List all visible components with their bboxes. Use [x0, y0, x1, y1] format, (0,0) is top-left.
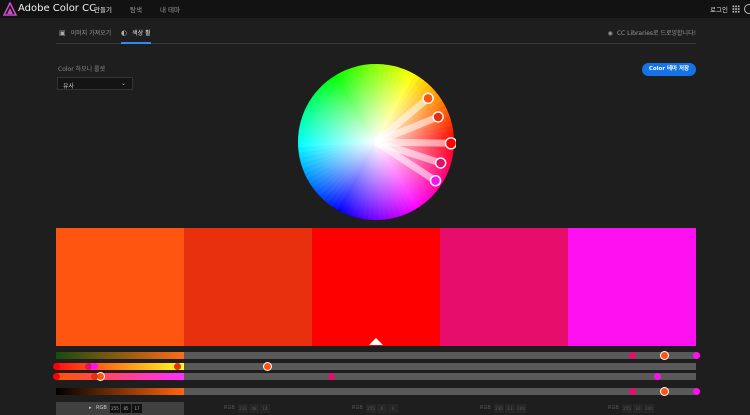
- top-bar: Adobe Color CC 만들기 탐색 내 테마 로그인: [0, 0, 750, 18]
- wheel-handle[interactable]: [434, 157, 447, 169]
- color-swatch[interactable]: [568, 228, 696, 346]
- color-mode-label[interactable]: RGB: [224, 405, 235, 411]
- color-value-cell[interactable]: RGB 232 48 14: [184, 402, 312, 415]
- slider-thumb[interactable]: [659, 351, 669, 360]
- chevron-down-icon: ⌄: [120, 80, 126, 87]
- color-value-cell[interactable]: RGB 255 16 240: [568, 402, 696, 415]
- slider-track[interactable]: [184, 352, 696, 359]
- slider-thumb[interactable]: [628, 388, 636, 395]
- slider-thumb[interactable]: [327, 373, 335, 380]
- slider-thumb[interactable]: [90, 363, 98, 370]
- slider-thumb[interactable]: [692, 352, 700, 359]
- color-mode-label[interactable]: RGB: [480, 405, 491, 411]
- wheel-handle-base[interactable]: [444, 137, 456, 150]
- color-value-cell[interactable]: ▸ RGB 255 85 17: [56, 402, 184, 415]
- color-value-cell[interactable]: RGB 255 0 0: [312, 402, 440, 415]
- color-swatch[interactable]: [312, 228, 440, 346]
- rgb-r-field[interactable]: 230: [494, 404, 504, 413]
- tab-import-image[interactable]: ▣ 이미지 가져오기: [59, 28, 111, 44]
- color-wheel-canvas[interactable]: [296, 62, 456, 222]
- adobe-color-logo-icon[interactable]: [3, 2, 17, 16]
- color-value-cell[interactable]: RGB 230 13 109: [440, 402, 568, 415]
- harmony-rule-select[interactable]: 유사 ⌄: [57, 77, 133, 90]
- user-icon[interactable]: [744, 4, 750, 14]
- image-icon: ▣: [59, 29, 66, 37]
- rgb-r-field[interactable]: 255: [110, 404, 120, 413]
- slider-track[interactable]: [184, 388, 696, 395]
- slider-thumb[interactable]: [628, 352, 636, 359]
- slider-thumb[interactable]: [659, 387, 669, 396]
- rgb-b-field[interactable]: 14: [260, 404, 270, 413]
- nav-item-create[interactable]: 만들기: [94, 4, 112, 14]
- rgb-r-field[interactable]: 255: [366, 404, 376, 413]
- slider-thumb[interactable]: [692, 388, 700, 395]
- app-title[interactable]: Adobe Color CC: [18, 3, 96, 14]
- slider-track-active[interactable]: [56, 352, 184, 359]
- base-color-marker: [369, 338, 383, 345]
- rgb-g-field[interactable]: 13: [505, 404, 515, 413]
- color-swatch[interactable]: [56, 228, 184, 346]
- color-mode-label[interactable]: RGB: [352, 405, 363, 411]
- harmony-rule-label: Color 하모니 룰셋: [58, 66, 106, 73]
- rgb-g-field[interactable]: 16: [633, 404, 643, 413]
- harmony-rule-value: 유사: [63, 83, 75, 90]
- tab-label: 색상 휠: [132, 30, 151, 37]
- tab-label: 이미지 가져오기: [70, 30, 112, 37]
- rgb-g-field[interactable]: 85: [121, 404, 131, 413]
- wheel-handle[interactable]: [429, 174, 442, 187]
- color-mode-label[interactable]: RGB: [96, 405, 107, 411]
- mode-tab-bar: ▣ 이미지 가져오기 ◐ 색상 휠 ◉ CC Libraries로 드로잉합니다!: [56, 26, 696, 44]
- rgb-g-field[interactable]: 0: [377, 404, 387, 413]
- apps-grid-icon[interactable]: [732, 5, 740, 13]
- save-theme-button[interactable]: Color 테마 저장: [642, 63, 696, 76]
- slider-track-active[interactable]: [56, 388, 184, 395]
- color-mode-label[interactable]: RGB: [608, 405, 619, 411]
- nav-item-explore[interactable]: 탐색: [130, 4, 142, 14]
- rgb-r-field[interactable]: 255: [622, 404, 632, 413]
- slider-track[interactable]: [184, 363, 696, 370]
- color-swatch[interactable]: [184, 228, 312, 346]
- rgb-b-field[interactable]: 240: [644, 404, 654, 413]
- rgb-b-field[interactable]: 17: [132, 404, 142, 413]
- wheel-handle[interactable]: [432, 111, 444, 123]
- slider-track-active[interactable]: [56, 363, 184, 370]
- slider-row-brightness: [56, 387, 700, 396]
- library-note[interactable]: ◉ CC Libraries로 드로잉합니다!: [608, 28, 696, 37]
- color-wheel-icon: ◐: [121, 29, 128, 37]
- swatch-strip: [56, 228, 696, 346]
- color-wheel[interactable]: [296, 62, 456, 222]
- rgb-b-field[interactable]: 0: [388, 404, 398, 413]
- slider-thumb[interactable]: [52, 373, 60, 380]
- slider-row-green: [52, 362, 696, 371]
- library-note-label: CC Libraries로 드로잉합니다!: [616, 30, 696, 37]
- color-swatch[interactable]: [440, 228, 568, 346]
- slider-track-active[interactable]: [56, 373, 184, 380]
- slider-thumb[interactable]: [90, 373, 98, 380]
- color-sliders: [52, 350, 700, 396]
- rgb-r-field[interactable]: 232: [238, 404, 248, 413]
- login-link[interactable]: 로그인: [710, 4, 728, 14]
- nav-item-my-themes[interactable]: 내 테마: [160, 4, 180, 14]
- expand-arrow-icon[interactable]: ▸: [89, 405, 92, 411]
- slider-row-red: [56, 351, 700, 360]
- rgb-g-field[interactable]: 48: [249, 404, 259, 413]
- color-values-bar: ▸ RGB 255 85 17 RGB 232 48 14 RGB 255 0 0 RGB 230 13 109…: [56, 402, 696, 415]
- tab-color-wheel[interactable]: ◐ 색상 휠: [121, 28, 151, 44]
- slider-row-blue: [52, 372, 696, 381]
- rgb-b-field[interactable]: 109: [516, 404, 526, 413]
- slider-thumb[interactable]: [52, 363, 60, 370]
- wheel-handle[interactable]: [422, 92, 434, 104]
- slider-thumb[interactable]: [262, 362, 272, 371]
- eye-icon: ◉: [607, 30, 613, 37]
- slider-track[interactable]: [184, 373, 696, 380]
